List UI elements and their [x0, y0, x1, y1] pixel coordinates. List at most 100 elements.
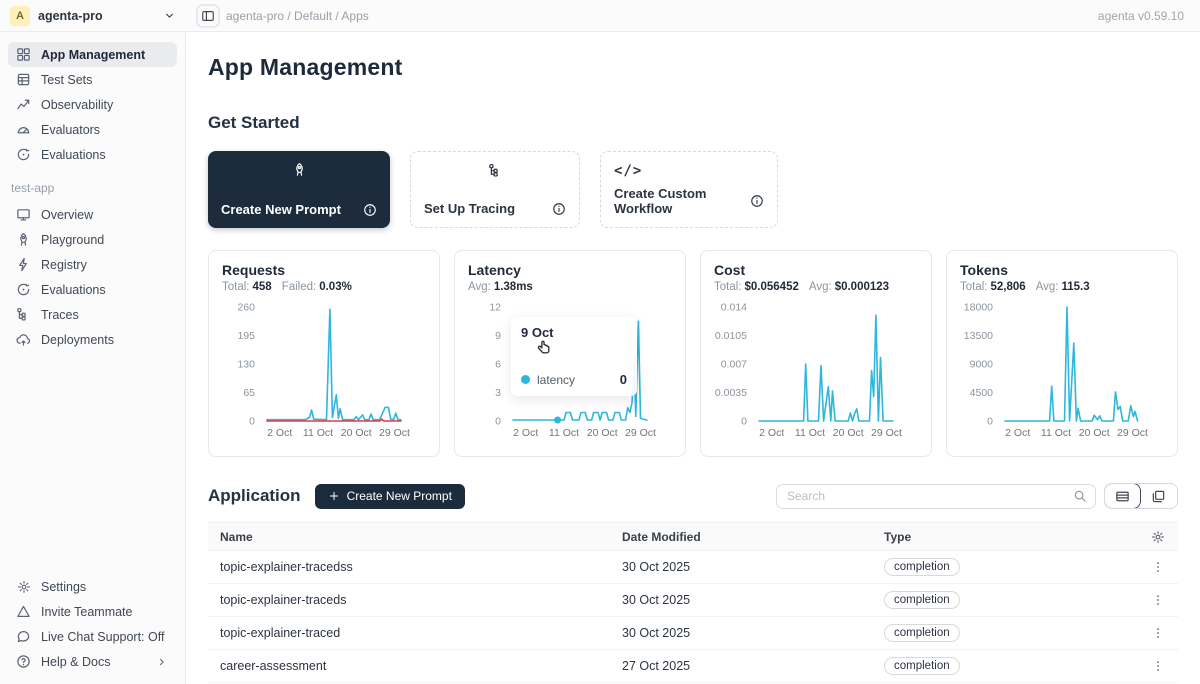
sidebar-item-traces[interactable]: Traces	[8, 302, 177, 327]
svg-text:3: 3	[495, 387, 501, 399]
workspace-name: agenta-pro	[38, 9, 155, 23]
sidebar-item-label: Playground	[41, 233, 104, 247]
gear-icon	[1151, 530, 1165, 544]
sidebar-item-invite-teammate[interactable]: Invite Teammate	[8, 599, 177, 624]
svg-text:20 Oct: 20 Oct	[1079, 427, 1110, 439]
svg-text:65: 65	[243, 387, 255, 399]
sidebar-main-nav: App Management Test Sets Observability E…	[8, 42, 177, 167]
chart-stat: Avg:115.3	[1036, 281, 1090, 293]
column-header-type[interactable]: Type	[872, 530, 1137, 544]
svg-text:11 Oct: 11 Oct	[303, 427, 333, 439]
sidebar-item-evaluations[interactable]: Evaluations	[8, 142, 177, 167]
series-dot	[521, 375, 530, 384]
create-new-prompt-button[interactable]: Create New Prompt	[315, 484, 465, 509]
info-icon[interactable]	[750, 194, 764, 208]
sidebar-item-settings[interactable]: Settings	[8, 574, 177, 599]
svg-text:0: 0	[249, 416, 255, 428]
svg-text:18000: 18000	[964, 302, 993, 314]
table-row[interactable]: career-assessment 27 Oct 2025 completion	[208, 650, 1178, 683]
application-header: Application Create New Prompt	[208, 483, 1178, 509]
tooltip-series-row: latency 0	[521, 372, 627, 387]
top-bar: A agenta-pro agenta-pro / Default / Apps…	[0, 0, 1200, 32]
get-started-card-create-new-prompt[interactable]: Create New Prompt	[208, 151, 390, 228]
table-view-button[interactable]	[1104, 483, 1141, 509]
sidebar-item-test-sets[interactable]: Test Sets	[8, 67, 177, 92]
table-row[interactable]: topic-explainer-traceds 30 Oct 2025 comp…	[208, 584, 1178, 617]
column-header-date-modified[interactable]: Date Modified	[610, 530, 872, 544]
svg-text:11 Oct: 11 Oct	[795, 427, 825, 439]
workspace-avatar: A	[10, 6, 30, 26]
sidebar-item-label: App Management	[41, 48, 145, 62]
svg-text:0: 0	[741, 416, 747, 428]
traces-icon	[16, 307, 31, 322]
row-menu-button[interactable]	[1137, 626, 1178, 640]
row-menu-button[interactable]	[1137, 560, 1178, 574]
svg-text:9: 9	[495, 330, 501, 342]
svg-text:195: 195	[237, 330, 255, 342]
sidebar-item-playground[interactable]: Playground	[8, 227, 177, 252]
sidebar-item-label: Evaluations	[41, 148, 106, 162]
get-started-card-set-up-tracing[interactable]: Set Up Tracing	[410, 151, 580, 228]
sidebar-item-live-chat-support-off[interactable]: Live Chat Support: Off	[8, 624, 177, 649]
tooltip-series-value: 0	[620, 372, 627, 387]
sidebar-item-label: Help & Docs	[41, 655, 110, 669]
chart-stats: Total:$0.056452 Avg:$0.000123	[714, 281, 918, 293]
sidebar-item-registry[interactable]: Registry	[8, 252, 177, 277]
sidebar-item-overview[interactable]: Overview	[8, 202, 177, 227]
table-row[interactable]: topic-explainer-tracedss 30 Oct 2025 com…	[208, 551, 1178, 584]
chart-stat: Failed:0.03%	[282, 281, 352, 293]
row-menu-button[interactable]	[1137, 593, 1178, 607]
get-started-heading: Get Started	[208, 113, 1178, 133]
chart-stat: Total:$0.056452	[714, 281, 799, 293]
search-input[interactable]	[787, 489, 1067, 503]
sidebar: App Management Test Sets Observability E…	[0, 32, 186, 684]
type-cell: completion	[872, 558, 1137, 576]
svg-text:0.0105: 0.0105	[715, 330, 747, 342]
gauge-icon	[16, 122, 31, 137]
panel-left-icon	[201, 9, 215, 23]
svg-text:12: 12	[489, 302, 501, 314]
sidebar-item-help-docs[interactable]: Help & Docs	[8, 649, 177, 674]
sidebar-item-label: Live Chat Support: Off	[41, 630, 164, 644]
date-modified-cell: 30 Oct 2025	[610, 593, 872, 607]
column-settings-button[interactable]	[1137, 530, 1178, 544]
sidebar-item-label: Test Sets	[41, 73, 92, 87]
date-modified-cell: 30 Oct 2025	[610, 560, 872, 574]
svg-text:13500: 13500	[964, 330, 993, 342]
main-content: App Management Get Started Create New Pr…	[186, 32, 1200, 684]
sidebar-item-evaluators[interactable]: Evaluators	[8, 117, 177, 142]
svg-text:2 Oct: 2 Oct	[759, 427, 784, 439]
dots-vertical-icon	[1151, 560, 1165, 574]
type-badge: completion	[884, 591, 960, 609]
search-icon[interactable]	[1073, 489, 1087, 503]
app-version: agenta v0.59.10	[1098, 9, 1200, 23]
table-row[interactable]: topic-explainer-traced 30 Oct 2025 compl…	[208, 617, 1178, 650]
sidebar-item-deployments[interactable]: Deployments	[8, 327, 177, 352]
sidebar-toggle-button[interactable]	[196, 4, 220, 28]
row-menu-button[interactable]	[1137, 659, 1178, 673]
info-icon[interactable]	[552, 202, 566, 216]
sidebar-item-observability[interactable]: Observability	[8, 92, 177, 117]
sidebar-item-app-management[interactable]: App Management	[8, 42, 177, 67]
chart-stat: Avg:$0.000123	[809, 281, 889, 293]
svg-text:4500: 4500	[970, 387, 994, 399]
svg-text:29 Oct: 29 Oct	[379, 427, 410, 439]
get-started-card-create-custom-workflow[interactable]: </> Create Custom Workflow	[600, 151, 778, 228]
app-name-cell: topic-explainer-tracedss	[208, 560, 610, 574]
column-header-name[interactable]: Name	[208, 530, 610, 544]
sidebar-item-label: Overview	[41, 208, 93, 222]
workspace-selector[interactable]: A agenta-pro	[0, 6, 186, 26]
sidebar-item-evaluations[interactable]: Evaluations	[8, 277, 177, 302]
chart-title: Tokens	[960, 262, 1164, 278]
svg-text:9000: 9000	[970, 359, 994, 371]
svg-text:0.0035: 0.0035	[715, 387, 747, 399]
sidebar-item-label: Settings	[41, 580, 86, 594]
info-icon[interactable]	[363, 203, 377, 217]
app-name-cell: career-assessment	[208, 659, 610, 673]
chart-title: Latency	[468, 262, 672, 278]
breadcrumb[interactable]: agenta-pro / Default / Apps	[226, 9, 369, 23]
type-badge: completion	[884, 624, 960, 642]
sidebar-group-label: test-app	[11, 181, 177, 195]
get-started-card-label: Create Custom Workflow	[614, 186, 750, 216]
card-view-button[interactable]	[1140, 484, 1177, 508]
